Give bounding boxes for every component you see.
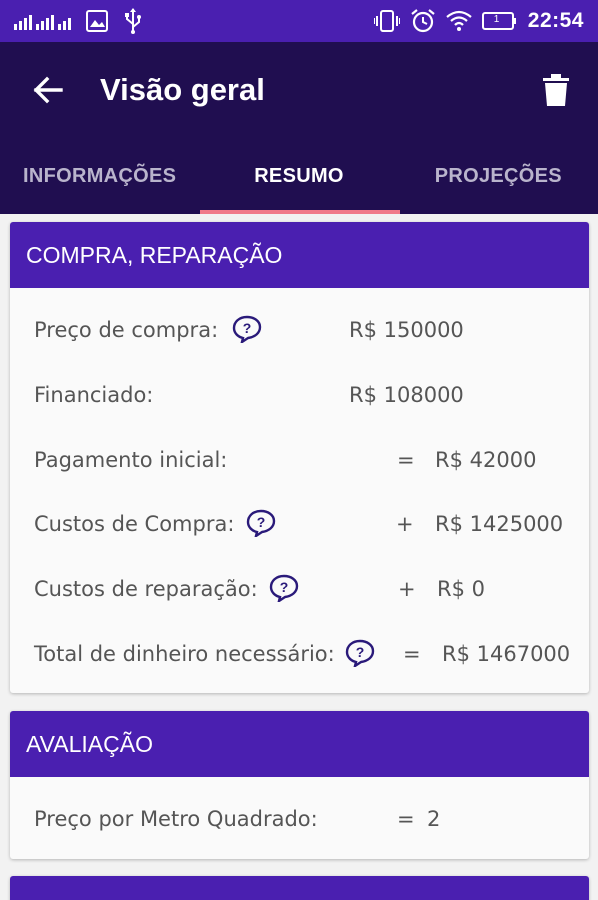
trash-icon	[543, 74, 569, 106]
tab-resumo[interactable]: RESUMO	[199, 138, 398, 214]
value-custos-compra: R$ 1425000	[435, 512, 564, 536]
vibrate-icon	[373, 9, 400, 33]
op-preco-metro-quadrado: =	[397, 807, 415, 831]
value-pagamento-inicial: R$ 42000	[435, 448, 537, 472]
tab-bar: INFORMAÇÕES RESUMO PROJEÇÕES	[0, 138, 598, 214]
alarm-icon	[410, 8, 436, 34]
help-icon[interactable]: ?	[345, 639, 375, 667]
battery-icon: 1	[481, 11, 518, 31]
wifi-icon	[446, 10, 472, 32]
status-time: 22:54	[527, 9, 584, 32]
op-total-dinheiro: =	[403, 642, 421, 666]
svg-text:?: ?	[280, 579, 289, 595]
label-preco-compra: Preço de compra:	[34, 318, 219, 342]
card-partial	[10, 876, 589, 900]
label-total-dinheiro: Total de dinheiro necessário:	[34, 642, 335, 666]
toolbar: Visão geral	[0, 42, 598, 138]
value-total-dinheiro: R$ 1467000	[442, 642, 571, 666]
delete-button[interactable]	[536, 70, 576, 110]
status-bar: 1 22:54	[0, 0, 598, 42]
op-pagamento-inicial: =	[397, 448, 415, 472]
arrow-left-icon	[33, 76, 63, 104]
label-financiado: Financiado:	[34, 383, 154, 407]
label-pagamento-inicial: Pagamento inicial:	[34, 448, 228, 472]
value-custos-reparacao: R$ 0	[437, 577, 485, 601]
value-financiado: R$ 108000	[349, 383, 464, 407]
card-compra-reparacao: COMPRA, REPARAÇÃO Preço de compra: ? R$ …	[10, 222, 589, 693]
help-icon[interactable]: ?	[232, 315, 262, 343]
label-custos-compra: Custos de Compra:	[34, 512, 235, 536]
battery-level: 1	[493, 14, 500, 25]
value-preco-compra: R$ 150000	[349, 318, 464, 342]
svg-text:?: ?	[356, 644, 365, 660]
image-icon	[86, 10, 108, 32]
signal-icon	[14, 10, 72, 32]
svg-text:?: ?	[257, 514, 266, 530]
card-header: COMPRA, REPARAÇÃO	[10, 222, 589, 288]
tab-projecoes[interactable]: PROJEÇÕES	[399, 138, 598, 214]
help-icon[interactable]: ?	[269, 574, 299, 602]
help-icon[interactable]: ?	[246, 509, 276, 537]
op-custos-reparacao: +	[398, 577, 416, 601]
label-preco-metro-quadrado: Preço por Metro Quadrado:	[34, 807, 318, 831]
card-header	[10, 876, 589, 900]
label-custos-reparacao: Custos de reparação:	[34, 577, 258, 601]
page-title: Visão geral	[100, 72, 265, 107]
usb-icon	[122, 8, 144, 34]
card-header: AVALIAÇÃO	[10, 711, 589, 777]
card-avaliacao: AVALIAÇÃO Preço por Metro Quadrado: = 2	[10, 711, 589, 859]
back-button[interactable]	[28, 70, 68, 110]
content-scroll[interactable]: COMPRA, REPARAÇÃO Preço de compra: ? R$ …	[0, 214, 598, 900]
value-preco-metro-quadrado: 2	[427, 807, 441, 831]
op-custos-compra: +	[396, 512, 414, 536]
app-bar: Visão geral INFORMAÇÕES RESUMO PROJEÇÕES	[0, 42, 598, 214]
svg-text:?: ?	[243, 320, 252, 336]
tab-informacoes[interactable]: INFORMAÇÕES	[0, 138, 199, 214]
